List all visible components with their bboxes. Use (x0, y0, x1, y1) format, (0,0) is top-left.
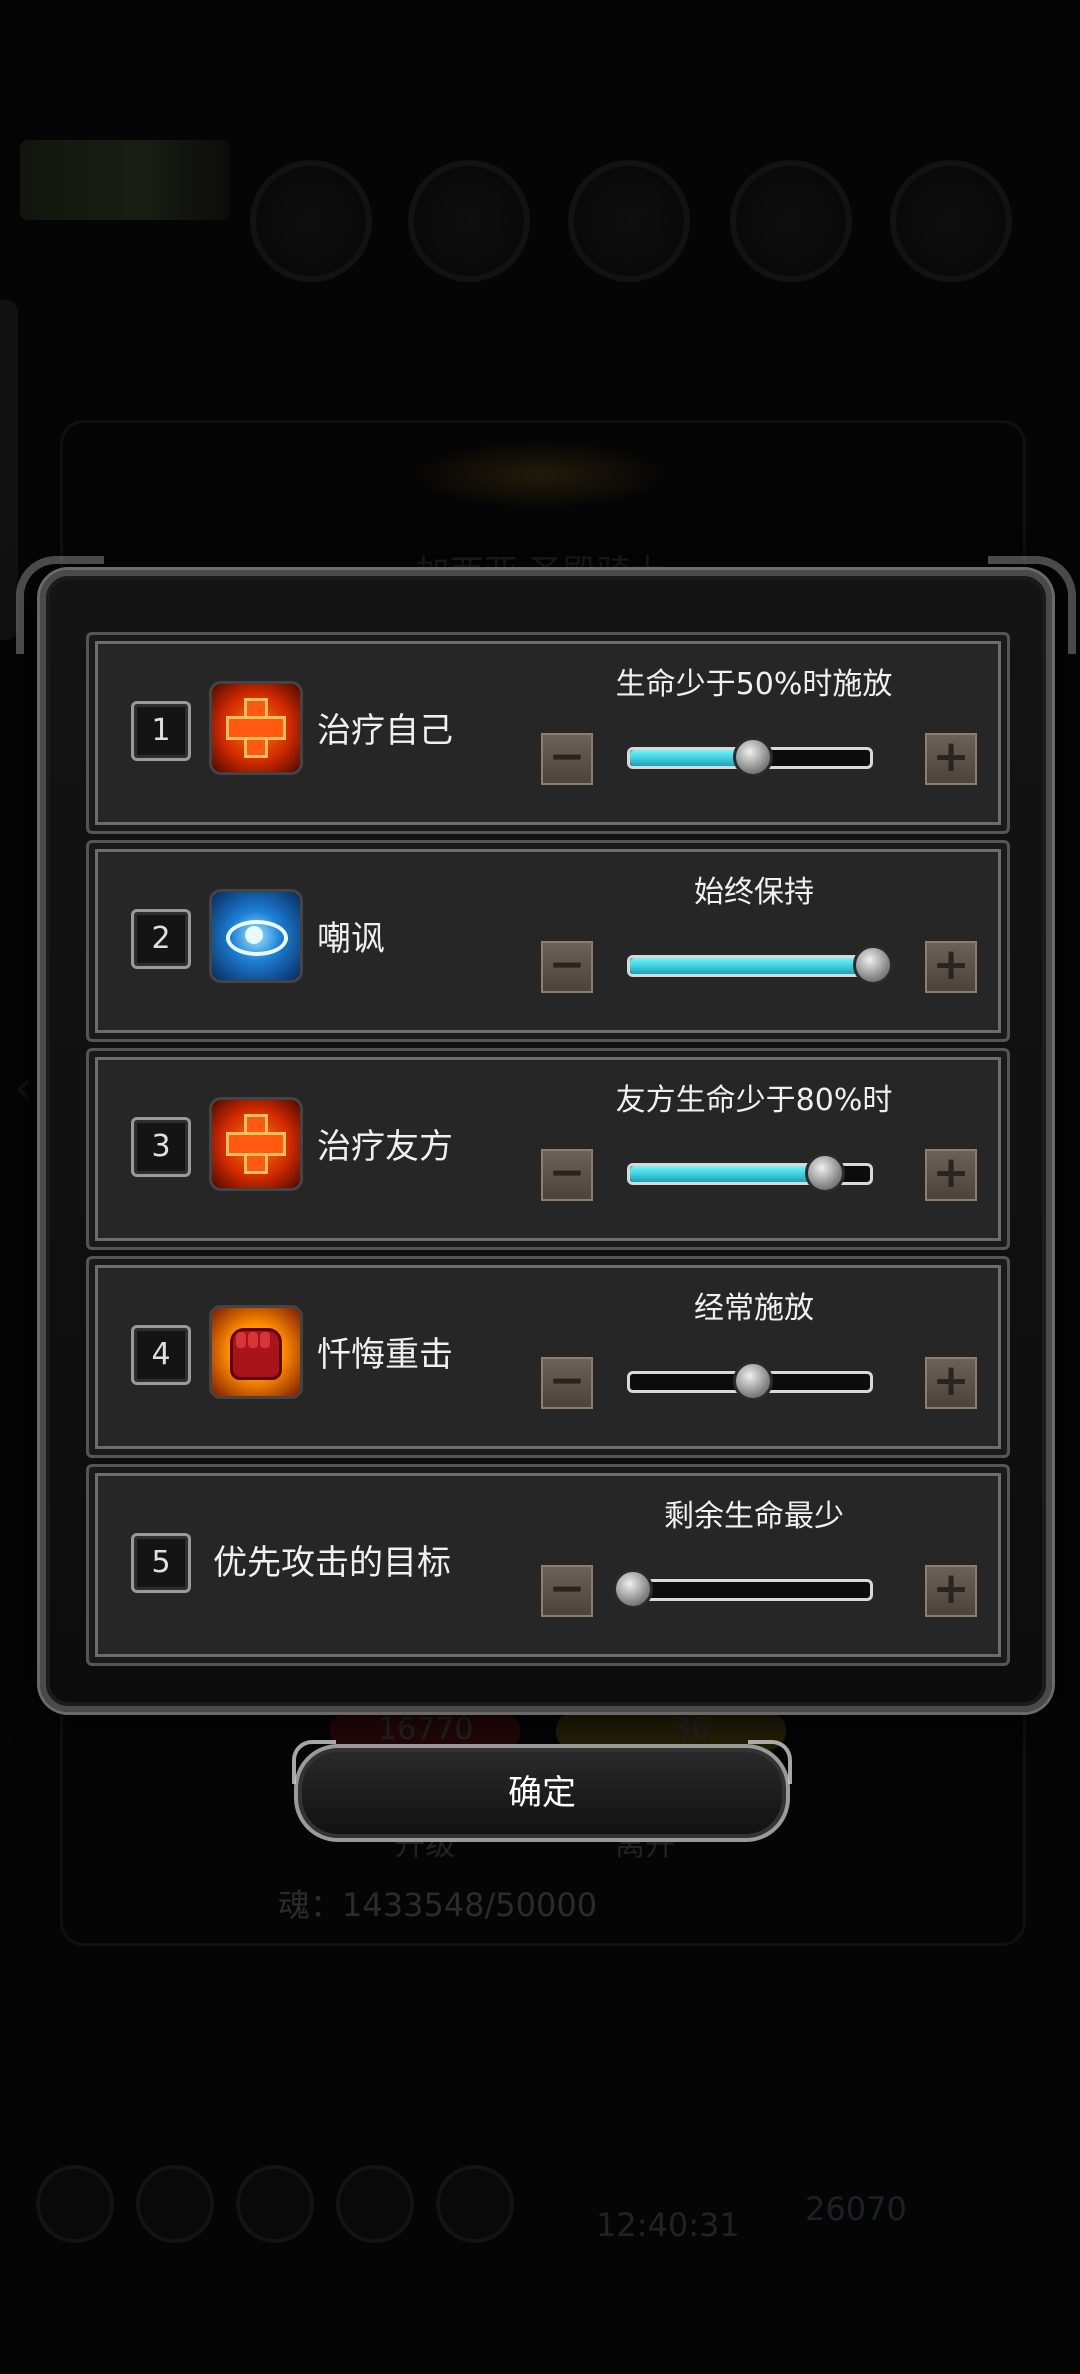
slider-thumb[interactable] (853, 945, 893, 985)
condition-label: 生命少于50%时施放 (615, 667, 893, 702)
condition-label: 友方生命少于80%时 (615, 1083, 893, 1118)
condition-slider[interactable] (627, 1153, 873, 1193)
increase-button[interactable]: + (923, 1147, 979, 1203)
slider-thumb[interactable] (805, 1153, 845, 1193)
top-menu-button (250, 160, 372, 282)
increase-button[interactable]: + (923, 1355, 979, 1411)
heal-cross-icon (209, 1097, 303, 1191)
bottom-nav-button (436, 2165, 514, 2243)
banner-thumbnail (20, 140, 230, 220)
condition-slider[interactable] (627, 945, 893, 985)
hp-value: 16770 (378, 1712, 474, 1747)
top-menu-button (408, 160, 530, 282)
setting-row: 4 忏悔重击 经常施放 − + (86, 1256, 1010, 1458)
bottom-nav-button (236, 2165, 314, 2243)
skill-name: 治疗自己 (317, 711, 453, 751)
condition-label: 经常施放 (694, 1291, 814, 1326)
condition-slider[interactable] (627, 1361, 873, 1401)
decrease-button[interactable]: − (539, 939, 595, 995)
bottom-nav-button (336, 2165, 414, 2243)
eye-taunt-icon (209, 889, 303, 983)
skill-name: 治疗友方 (317, 1127, 453, 1167)
row-number: 2 (131, 909, 191, 969)
currency-value: 26070 (805, 2190, 907, 2228)
skill-name: 优先攻击的目标 (213, 1543, 451, 1583)
slider-fill (630, 1374, 750, 1390)
skill-name: 忏悔重击 (317, 1335, 453, 1375)
bottom-nav-button (36, 2165, 114, 2243)
row-number: 4 (131, 1325, 191, 1385)
confirm-button[interactable]: 确定 (292, 1740, 792, 1842)
setting-row: 3 治疗友方 友方生命少于80%时 − + (86, 1048, 1010, 1250)
top-menu-button (890, 160, 1012, 282)
soul-counter: 魂：1433548/50000 (278, 1886, 598, 1924)
slider-fill (630, 958, 870, 974)
decrease-button[interactable]: − (539, 1355, 595, 1411)
slider-thumb[interactable] (733, 737, 773, 777)
emblem-icon (410, 440, 670, 510)
slider-thumb[interactable] (733, 1361, 773, 1401)
condition-label: 剩余生命最少 (664, 1499, 844, 1534)
left-arrow-icon: ‹ (14, 1060, 33, 1114)
increase-button[interactable]: + (923, 1563, 979, 1619)
slider-fill (630, 1166, 822, 1182)
ai-settings-dialog: 1 治疗自己 生命少于50%时施放 − + 2 嘲讽 始终保持 − + 3 治疗… (16, 556, 1076, 1712)
energy-value: 36 (672, 1712, 711, 1747)
setting-row: 5 优先攻击的目标 剩余生命最少 − + (86, 1464, 1010, 1666)
row-number: 5 (131, 1533, 191, 1593)
top-menu-button (730, 160, 852, 282)
condition-slider[interactable] (627, 737, 873, 777)
increase-button[interactable]: + (923, 731, 979, 787)
row-number: 3 (131, 1117, 191, 1177)
decrease-button[interactable]: − (539, 1147, 595, 1203)
decrease-button[interactable]: − (539, 731, 595, 787)
setting-row: 1 治疗自己 生命少于50%时施放 − + (86, 632, 1010, 834)
setting-row: 2 嘲讽 始终保持 − + (86, 840, 1010, 1042)
slider-fill (630, 750, 750, 766)
decrease-button[interactable]: − (539, 1563, 595, 1619)
heal-cross-icon (209, 681, 303, 775)
skill-name: 嘲讽 (317, 919, 385, 959)
clock: 12:40:31 (596, 2206, 740, 2244)
fist-strike-icon (209, 1305, 303, 1399)
increase-button[interactable]: + (923, 939, 979, 995)
condition-slider[interactable] (613, 1569, 873, 1609)
top-menu-button (568, 160, 690, 282)
condition-label: 始终保持 (694, 875, 814, 910)
bottom-nav-button (136, 2165, 214, 2243)
row-number: 1 (131, 701, 191, 761)
slider-thumb[interactable] (613, 1569, 653, 1609)
